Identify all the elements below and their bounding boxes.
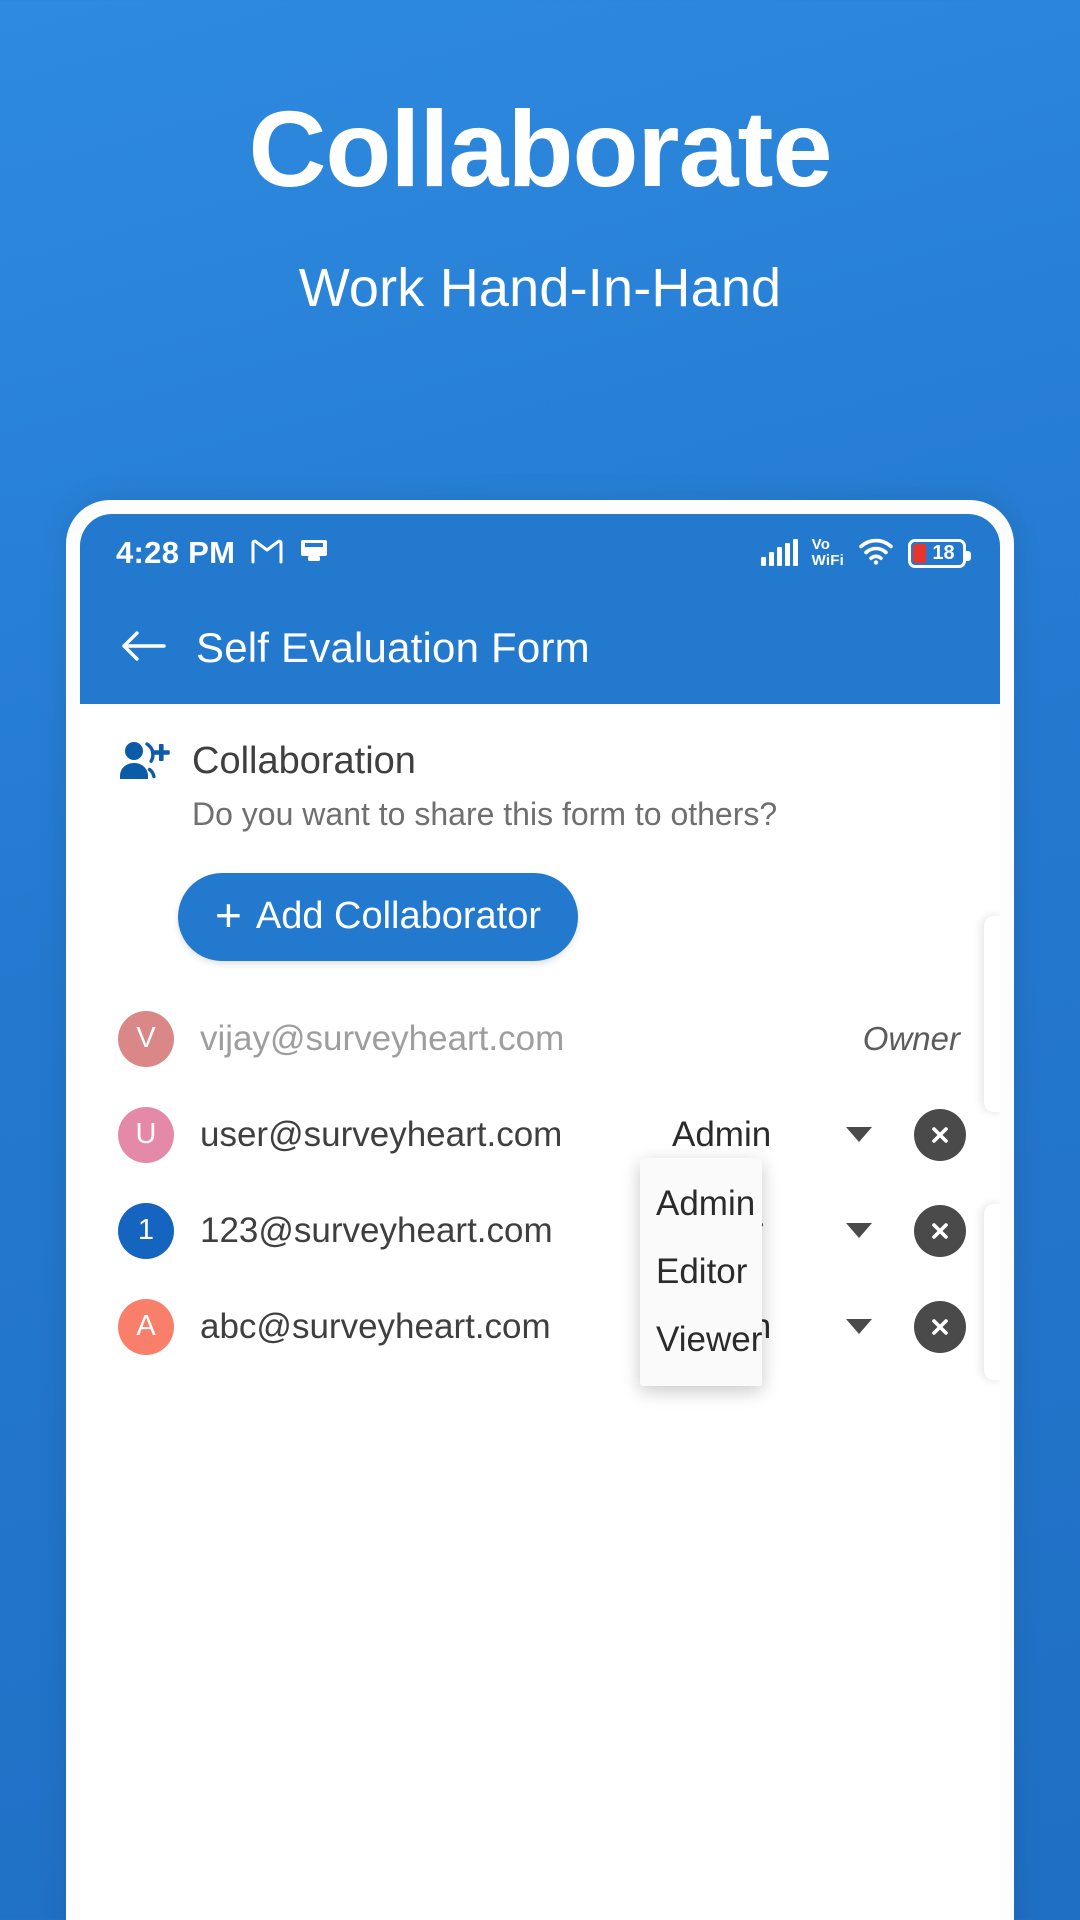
- owner-badge: Owner: [862, 1019, 960, 1057]
- collaborator-row-owner[interactable]: V vijay@surveyheart.com Owner: [80, 991, 1000, 1087]
- collaborator-row-right: Owner: [863, 1020, 966, 1058]
- collaborator-email: user@surveyheart.com: [200, 1114, 563, 1154]
- battery-fill: [913, 543, 926, 563]
- status-time: 4:28 PM: [116, 535, 236, 570]
- status-bar-right: Vo WiFi 18: [760, 537, 971, 570]
- remove-collaborator-button[interactable]: [914, 1204, 966, 1257]
- add-collaborator-button[interactable]: + Add Collaborator: [178, 872, 578, 961]
- form-title: Self Evaluation Form: [196, 624, 590, 671]
- collaborator-email: 123@surveyheart.com: [200, 1210, 553, 1250]
- collaborator-row[interactable]: U user@surveyheart.com Admin: [80, 1087, 1000, 1183]
- avatar: A: [118, 1298, 174, 1355]
- collaborator-email: abc@surveyheart.com: [200, 1306, 551, 1346]
- phone-screen: 4:28 PM Vo WiFi 18 Self Evaluation Form …: [80, 514, 1000, 1920]
- wifi-icon: [858, 537, 894, 570]
- collaboration-title: Collaboration: [192, 740, 416, 782]
- page-title: Collaborate: [248, 88, 832, 209]
- status-bar-left: 4:28 PM: [116, 535, 329, 571]
- offscreen-card-edge: [984, 1204, 1000, 1380]
- remove-collaborator-button[interactable]: [914, 1300, 966, 1353]
- role-menu-item-admin[interactable]: Admin: [640, 1170, 762, 1238]
- collaboration-header: Collaboration Do you want to share this …: [80, 738, 1000, 833]
- avatar: V: [118, 1010, 174, 1067]
- add-people-icon: [118, 738, 170, 791]
- role-dropdown-menu[interactable]: Admin Editor Viewer: [640, 1157, 762, 1386]
- remove-collaborator-button[interactable]: [914, 1108, 966, 1161]
- chevron-down-icon: [846, 1127, 872, 1143]
- offscreen-card-edge: [984, 916, 1000, 1112]
- collaboration-screen: Collaboration Do you want to share this …: [80, 704, 1000, 1920]
- gmail-icon: [251, 538, 283, 569]
- page-subtitle: Work Hand-In-Hand: [298, 258, 782, 319]
- hero-section: Collaborate Work Hand-In-Hand: [0, 0, 1080, 319]
- collaboration-texts: Collaboration Do you want to share this …: [192, 738, 777, 833]
- battery-level: 18: [932, 542, 955, 564]
- collaborator-email: vijay@surveyheart.com: [200, 1018, 565, 1058]
- app-bar: Self Evaluation Form: [80, 592, 1000, 704]
- avatar: U: [118, 1106, 174, 1163]
- volte-wifi-icon: Vo WiFi: [812, 537, 844, 569]
- role-menu-item-viewer[interactable]: Viewer: [640, 1306, 762, 1374]
- collaboration-subtitle: Do you want to share this form to others…: [192, 795, 778, 832]
- collaborator-row[interactable]: 1 123@surveyheart.com Editor: [80, 1183, 1000, 1279]
- collaborator-list: V vijay@surveyheart.com Owner U user@sur…: [80, 991, 1000, 1386]
- role-menu-item-editor[interactable]: Editor: [640, 1238, 762, 1306]
- battery-icon: 18: [908, 538, 971, 568]
- avatar: 1: [118, 1202, 174, 1259]
- add-collaborator-label: Add Collaborator: [255, 895, 542, 938]
- plus-icon: +: [214, 888, 242, 941]
- role-dropdown[interactable]: Admin: [672, 1115, 872, 1155]
- status-bar: 4:28 PM Vo WiFi 18: [80, 514, 1000, 592]
- app-notification-icon: [299, 537, 329, 570]
- chevron-down-icon: [846, 1319, 872, 1335]
- volte-label-top: Vo: [811, 536, 831, 553]
- volte-label-bottom: WiFi: [811, 552, 844, 569]
- phone-mockup: 4:28 PM Vo WiFi 18 Self Evaluation Form …: [66, 500, 1014, 1920]
- role-value: Admin: [672, 1114, 772, 1154]
- back-arrow-icon[interactable]: [120, 629, 166, 668]
- cellular-signal-icon: [760, 539, 798, 566]
- collaborator-row[interactable]: A abc@surveyheart.com Admin: [80, 1279, 1000, 1375]
- collaborator-row-right: Admin: [672, 1108, 966, 1161]
- chevron-down-icon: [846, 1223, 872, 1239]
